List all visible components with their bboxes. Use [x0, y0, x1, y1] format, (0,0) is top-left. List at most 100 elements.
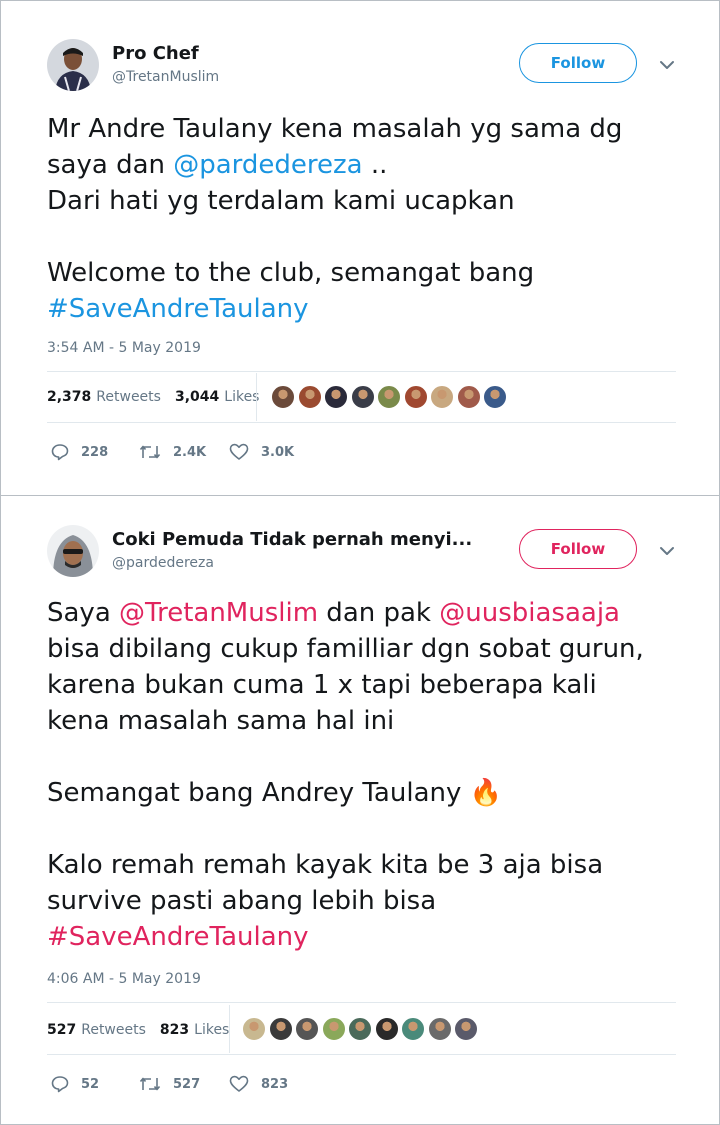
liker-avatar[interactable]: [324, 385, 348, 409]
tweet-thread: Pro Chef @TretanMuslim Follow Mr Andre T…: [0, 0, 720, 1125]
liker-avatar[interactable]: [430, 385, 454, 409]
retweet-button[interactable]: 527: [139, 1069, 200, 1099]
username[interactable]: @TretanMuslim: [112, 69, 219, 85]
like-total[interactable]: 3,044: [175, 389, 219, 405]
heart-icon: [229, 1075, 249, 1092]
avatar[interactable]: [47, 525, 99, 577]
hashtag-link[interactable]: #SaveAndreTaulany: [47, 922, 309, 952]
liker-avatar[interactable]: [456, 385, 481, 409]
chevron-down-icon[interactable]: [653, 51, 681, 79]
liker-avatar[interactable]: [377, 385, 401, 409]
retweet-count: 2.4K: [173, 444, 207, 460]
liker-avatar[interactable]: [268, 1017, 293, 1041]
retweet-total[interactable]: 2,378: [47, 389, 91, 405]
reply-count: 52: [81, 1076, 100, 1092]
liker-avatar[interactable]: [348, 1017, 372, 1041]
retweets-label[interactable]: Retweets: [96, 389, 161, 405]
tweet-text-line: Mr Andre Taulany kena masalah yg sama dg: [47, 111, 707, 147]
engagement-stats: 527 Retweets 823 Likes: [47, 1005, 229, 1055]
divider: [47, 1054, 676, 1055]
liker-avatar[interactable]: [271, 385, 295, 409]
hashtag-link[interactable]: #SaveAndreTaulany: [47, 294, 309, 324]
retweet-icon: [139, 1077, 161, 1091]
timestamp[interactable]: 4:06 AM - 5 May 2019: [47, 971, 201, 987]
display-name[interactable]: Pro Chef: [112, 43, 199, 64]
like-button[interactable]: 823: [229, 1069, 288, 1099]
liker-avatar[interactable]: [242, 1017, 266, 1041]
heart-icon: [229, 443, 249, 460]
like-total[interactable]: 823: [160, 1022, 189, 1038]
display-name[interactable]: Coki Pemuda Tidak pernah menyi...: [112, 529, 472, 550]
liker-avatar[interactable]: [483, 385, 507, 409]
retweet-icon: [139, 445, 161, 459]
engagement-stats: 2,378 Retweets 3,044 Likes: [47, 372, 259, 422]
divider: [47, 422, 676, 423]
retweets-label[interactable]: Retweets: [81, 1022, 146, 1038]
reply-button[interactable]: 228: [51, 437, 108, 467]
tweet-text-line: Dari hati yg terdalam kami ucapkan: [47, 183, 707, 219]
likers-avatars[interactable]: [271, 385, 510, 409]
tweet-text-line: #SaveAndreTaulany: [47, 919, 707, 955]
mention-link[interactable]: @TretanMuslim: [119, 598, 318, 628]
liker-avatar[interactable]: [321, 1017, 346, 1041]
liker-avatar[interactable]: [350, 385, 375, 409]
tweet-text-line: bisa dibilang cukup familliar dgn sobat …: [47, 631, 707, 667]
username[interactable]: @pardedereza: [112, 555, 214, 571]
text-segment: Dari hati yg terdalam kami ucapkan: [47, 186, 515, 216]
follow-button[interactable]: Follow: [519, 529, 637, 569]
likes-label[interactable]: Likes: [194, 1022, 229, 1038]
like-button[interactable]: 3.0K: [229, 437, 294, 467]
stats-separator: [256, 373, 257, 421]
reply-icon: [51, 444, 69, 461]
text-segment: Semangat bang Andrey Taulany: [47, 778, 470, 808]
chevron-down-icon[interactable]: [653, 537, 681, 565]
liker-avatar[interactable]: [297, 385, 322, 409]
like-count: 3.0K: [261, 444, 295, 460]
tweet-text-line: karena bukan cuma 1 x tapi beberapa kali: [47, 667, 707, 703]
tweet-text-line: Semangat bang Andrey Taulany 🔥: [47, 775, 707, 811]
text-segment: Mr Andre Taulany kena masalah yg sama dg: [47, 114, 623, 144]
liker-avatar[interactable]: [454, 1017, 478, 1041]
text-segment: kena masalah sama hal ini: [47, 706, 395, 736]
liker-avatar[interactable]: [427, 1017, 452, 1041]
reply-button[interactable]: 52: [51, 1069, 99, 1099]
text-segment: Saya: [47, 598, 120, 628]
retweet-total[interactable]: 527: [47, 1022, 76, 1038]
text-segment: saya dan: [47, 150, 174, 180]
tweet-text: Saya @TretanMuslim dan pak @uusbiasaaja b…: [47, 595, 707, 955]
fire-emoji: 🔥: [469, 778, 503, 808]
text-segment: ..: [362, 150, 388, 180]
reply-count: 228: [81, 444, 109, 460]
text-segment: survive pasti abang lebih bisa: [47, 886, 437, 916]
text-segment: karena bukan cuma 1 x tapi beberapa kali: [47, 670, 597, 700]
tweet-text-line: Saya @TretanMuslim dan pak @uusbiasaaja: [47, 595, 707, 631]
text-segment: Welcome to the club, semangat bang: [47, 258, 535, 288]
likers-avatars[interactable]: [242, 1017, 481, 1041]
stats-separator: [229, 1005, 230, 1053]
mention-link[interactable]: @uusbiasaaja: [439, 598, 620, 628]
tweet-text-line: kena masalah sama hal ini: [47, 703, 707, 739]
liker-avatar[interactable]: [374, 1017, 399, 1041]
timestamp[interactable]: 3:54 AM - 5 May 2019: [47, 340, 201, 356]
liker-avatar[interactable]: [403, 385, 428, 409]
text-segment: dan pak: [318, 598, 440, 628]
text-segment: Kalo remah remah kayak kita be 3 aja bis…: [47, 850, 604, 880]
tweet-text-line: saya dan @pardedereza ..: [47, 147, 707, 183]
retweet-count: 527: [173, 1076, 201, 1092]
liker-avatar[interactable]: [295, 1017, 319, 1041]
follow-button[interactable]: Follow: [519, 43, 637, 83]
mention-link[interactable]: @pardedereza: [173, 150, 362, 180]
reply-icon: [51, 1076, 69, 1093]
tweet-card: Pro Chef @TretanMuslim Follow Mr Andre T…: [1, 1, 719, 495]
liker-avatar[interactable]: [401, 1017, 425, 1041]
avatar[interactable]: [47, 39, 99, 91]
tweet-text: Mr Andre Taulany kena masalah yg sama dg…: [47, 111, 707, 327]
text-segment: bisa dibilang cukup familliar dgn sobat …: [47, 634, 644, 664]
like-count: 823: [261, 1076, 289, 1092]
likes-label[interactable]: Likes: [224, 389, 259, 405]
tweet-card: Coki Pemuda Tidak pernah menyi... @parde…: [1, 495, 719, 1124]
divider: [47, 1002, 676, 1003]
tweet-text-line: survive pasti abang lebih bisa: [47, 883, 707, 919]
retweet-button[interactable]: 2.4K: [139, 437, 206, 467]
